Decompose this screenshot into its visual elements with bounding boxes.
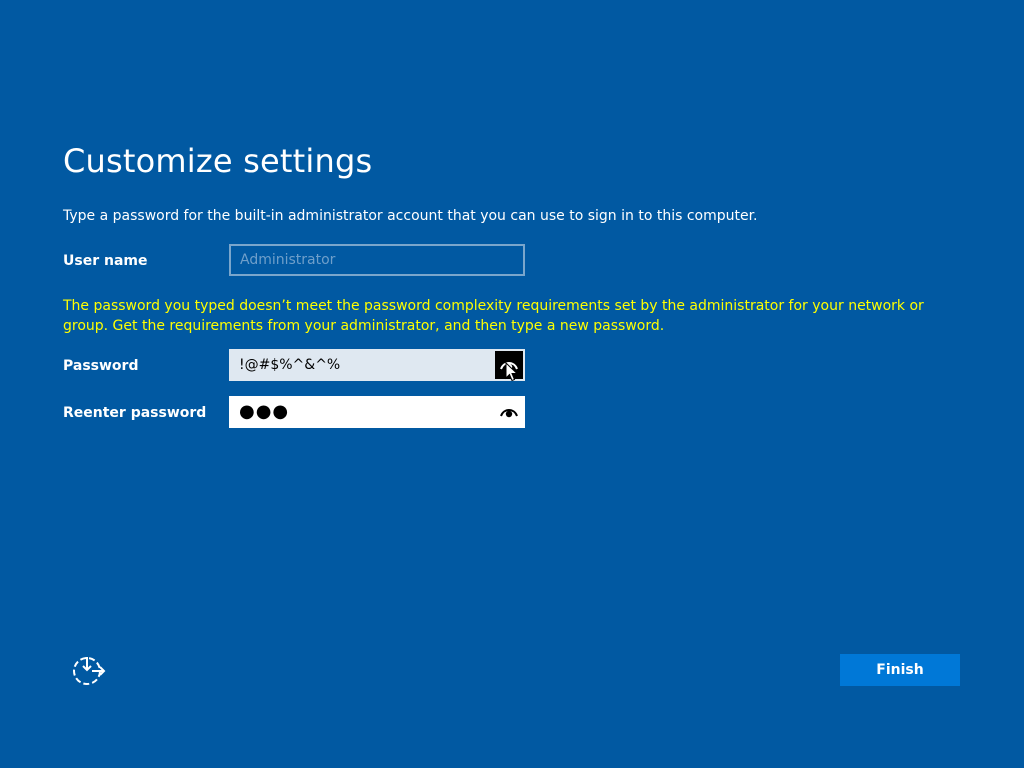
finish-button[interactable]: Finish <box>840 654 960 686</box>
username-value: Administrator <box>240 252 336 268</box>
reenter-password-field[interactable]: ●●● <box>229 396 525 428</box>
reenter-password-label: Reenter password <box>63 405 207 421</box>
password-reveal-button[interactable] <box>495 351 523 379</box>
reenter-password-value: ●●● <box>239 401 290 422</box>
username-label: User name <box>63 253 148 269</box>
password-field[interactable]: !@#$%^&^% <box>229 349 525 381</box>
password-error-message: The password you typed doesn’t meet the … <box>63 298 924 334</box>
password-label: Password <box>63 358 139 374</box>
username-field: Administrator <box>229 244 525 276</box>
password-value: !@#$%^&^% <box>239 357 341 373</box>
ease-of-access-icon <box>73 657 106 685</box>
page-title: Customize settings <box>63 142 373 180</box>
eye-icon <box>500 409 518 418</box>
setup-screen: Customize settings Type a password for t… <box>0 0 1024 768</box>
ease-of-access-button[interactable] <box>70 654 108 688</box>
reenter-password-reveal-button[interactable] <box>495 398 523 426</box>
instruction-text: Type a password for the built-in adminis… <box>63 208 758 224</box>
eye-icon <box>500 362 518 371</box>
